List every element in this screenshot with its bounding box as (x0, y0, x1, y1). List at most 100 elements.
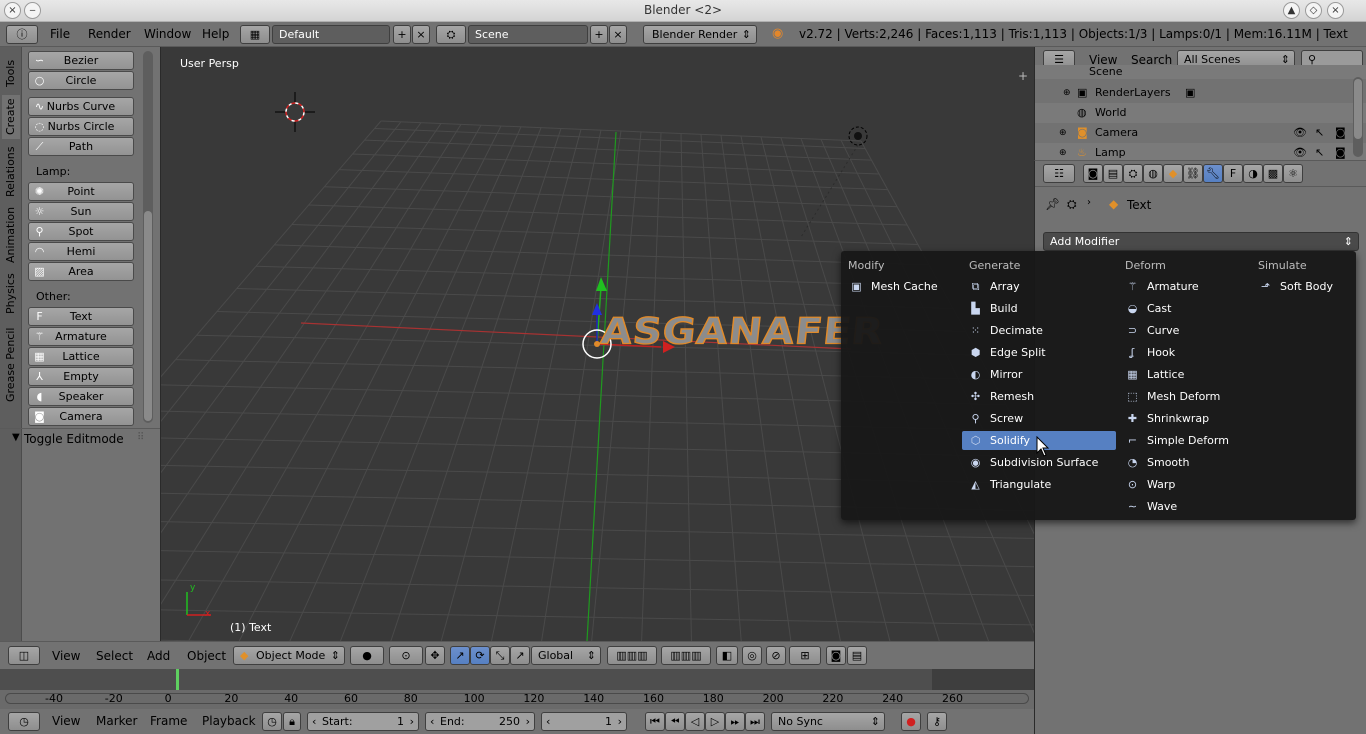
menu-item-screw[interactable]: ⚲ Screw (962, 409, 1116, 428)
editor-type-properties-button[interactable]: ☷ (1043, 164, 1075, 183)
menu-help[interactable]: Help (202, 27, 229, 41)
menu-render[interactable]: Render (88, 27, 131, 41)
outliner-row-camera[interactable]: ⊕ ◙ Camera 👁︎ ↖ ◙ (1035, 123, 1366, 143)
menu-window[interactable]: Window (144, 27, 191, 41)
add-speaker-button[interactable]: ◖ Speaker (28, 387, 134, 406)
menu-marker[interactable]: Marker (96, 714, 137, 728)
menu-item-mesh-cache[interactable]: ▣ Mesh Cache (843, 277, 959, 296)
editor-type-info-button[interactable]: ⓘ (6, 25, 38, 44)
add-lattice-button[interactable]: ▦ Lattice (28, 347, 134, 366)
rotate-toggle[interactable]: ⟳ (470, 646, 490, 665)
menu-item-simple-deform[interactable]: ⌐ Simple Deform (1119, 431, 1249, 450)
drag-handle-icon[interactable]: ⠿ (137, 432, 144, 443)
tab-relations[interactable]: Relations (2, 143, 20, 201)
screen-add-button[interactable]: + (393, 25, 411, 44)
tab-world[interactable]: ◍ (1143, 164, 1163, 183)
tab-physics-props[interactable]: ⚛︎ (1283, 164, 1303, 183)
add-area-lamp-button[interactable]: ▨ Area (28, 262, 134, 281)
tool-shelf-scrollbar[interactable] (143, 51, 153, 423)
lock-layers-button[interactable]: ◧ (716, 646, 738, 665)
menu-add[interactable]: Add (147, 649, 170, 663)
play-button[interactable]: ▷ (705, 712, 725, 731)
screen-delete-button[interactable]: × (412, 25, 430, 44)
eye-icon[interactable]: 👁︎ (1293, 143, 1307, 160)
add-nurbs-curve-button[interactable]: ∿ Nurbs Curve (28, 97, 134, 116)
menu-object[interactable]: Object (187, 649, 226, 663)
transform-orientation-select[interactable]: Global ⇕ (531, 646, 601, 665)
start-frame-field[interactable]: ‹ Start: 1 › (307, 712, 419, 731)
add-bezier-button[interactable]: ∽ Bezier (28, 51, 134, 70)
screen-layout-button[interactable]: ▦ (240, 25, 270, 44)
scene-name-field[interactable]: Scene (468, 25, 588, 44)
tab-object[interactable]: ◆ (1163, 164, 1183, 183)
tab-texture[interactable]: ▩ (1263, 164, 1283, 183)
editor-type-timeline-button[interactable]: ◷ (8, 712, 40, 731)
tab-render-layers[interactable]: ▤ (1103, 164, 1123, 183)
add-hemi-lamp-button[interactable]: ◠ Hemi (28, 242, 134, 261)
outliner-row-world[interactable]: ◍ World (1035, 103, 1366, 123)
manipulator-extra-toggle[interactable]: ↗ (510, 646, 530, 665)
add-point-lamp-button[interactable]: ✺ Point (28, 182, 134, 201)
menu-frame[interactable]: Frame (150, 714, 187, 728)
opengl-anim-button[interactable]: ▤ (847, 646, 867, 665)
add-text-button[interactable]: F Text (28, 307, 134, 326)
tab-physics[interactable]: Physics (2, 269, 20, 319)
menu-timeline-view[interactable]: View (52, 714, 80, 728)
menu-select[interactable]: Select (96, 649, 133, 663)
menu-item-cast[interactable]: ◒ Cast (1119, 299, 1249, 318)
window-maximize-button[interactable]: ◇ (1305, 2, 1322, 19)
manipulator-toggle[interactable]: ✥ (425, 646, 445, 665)
menu-item-edge-split[interactable]: ⬢ Edge Split (962, 343, 1116, 362)
menu-item-build[interactable]: ▙ Build (962, 299, 1116, 318)
add-empty-button[interactable]: ⅄ Empty (28, 367, 134, 386)
eye-icon[interactable]: 👁︎ (1293, 123, 1307, 143)
viewport-shading-select[interactable]: ● (350, 646, 384, 665)
menu-item-mesh-deform[interactable]: ⬚ Mesh Deform (1119, 387, 1249, 406)
timeline-ruler[interactable]: -40 -20 0 20 40 60 80 100 120 140 160 180 200 220 240 2… (0, 669, 1034, 709)
current-frame-field[interactable]: ‹ 1 › (541, 712, 627, 731)
tab-grease-pencil[interactable]: Grease Pencil (2, 325, 20, 405)
preview-range-toggle[interactable]: ◷ (262, 712, 282, 731)
add-circle-button[interactable]: ○ Circle (28, 71, 134, 90)
tab-modifiers[interactable]: 🔧︎ (1203, 164, 1223, 183)
scene-add-button[interactable]: + (590, 25, 608, 44)
keying-set-button[interactable]: ⚷ (927, 712, 947, 731)
snap-element-select[interactable]: ⊞ (789, 646, 821, 665)
outliner-row-lamp[interactable]: ⊕ ♨ Lamp 👁︎ ↖ ◙ (1035, 143, 1366, 160)
screen-name-field[interactable]: Default (272, 25, 390, 44)
menu-item-decimate[interactable]: ⁙ Decimate (962, 321, 1116, 340)
editor-type-3d-button[interactable]: ◫ (8, 646, 40, 665)
add-armature-button[interactable]: ⚚ Armature (28, 327, 134, 346)
menu-item-remesh[interactable]: ✣ Remesh (962, 387, 1116, 406)
menu-item-triangulate[interactable]: ◭ Triangulate (962, 475, 1116, 494)
menu-item-wave[interactable]: ∼ Wave (1119, 497, 1249, 516)
tab-animation[interactable]: Animation (2, 205, 20, 265)
end-frame-field[interactable]: ‹ End: 250 › (425, 712, 535, 731)
timeline-scrollbar[interactable] (5, 693, 1029, 704)
auto-keying-button[interactable]: ● (901, 712, 921, 731)
menu-item-lattice[interactable]: ▦ Lattice (1119, 365, 1249, 384)
add-modifier-button[interactable]: Add Modifier ⇕ (1043, 232, 1359, 251)
tab-create[interactable]: Create (2, 95, 20, 139)
snap-toggle[interactable]: ⊘ (766, 646, 786, 665)
3d-cursor-icon[interactable] (275, 92, 315, 132)
window-shade-button[interactable]: ▲ (1283, 2, 1300, 19)
next-keyframe-button[interactable]: ⏩︎ (725, 712, 745, 731)
add-path-button[interactable]: ⟋ Path (28, 137, 134, 156)
menu-item-warp[interactable]: ⊙ Warp (1119, 475, 1249, 494)
menu-playback[interactable]: Playback (202, 714, 256, 728)
add-nurbs-circle-button[interactable]: ◌ Nurbs Circle (28, 117, 134, 136)
expand-icon[interactable]: ⊕ (1059, 143, 1067, 160)
menu-item-soft-body[interactable]: ⬏ Soft Body (1252, 277, 1354, 296)
add-camera-button[interactable]: ◙ Camera (28, 407, 134, 426)
menu-item-array[interactable]: ⧉ Array (962, 277, 1116, 296)
scene-layers-a[interactable]: ▥▥▥ (607, 646, 657, 665)
expand-icon[interactable]: ⊕ (1059, 123, 1067, 143)
menu-item-smooth[interactable]: ◔ Smooth (1119, 453, 1249, 472)
lock-frame-toggle[interactable]: 🔒︎ (283, 712, 301, 731)
scene-layers-b[interactable]: ▥▥▥ (661, 646, 711, 665)
scene-delete-button[interactable]: × (609, 25, 627, 44)
proportional-edit-button[interactable]: ◎ (742, 646, 762, 665)
scene-browse-button[interactable]: ⛭ (436, 25, 466, 44)
prev-keyframe-button[interactable]: ⏪︎ (665, 712, 685, 731)
